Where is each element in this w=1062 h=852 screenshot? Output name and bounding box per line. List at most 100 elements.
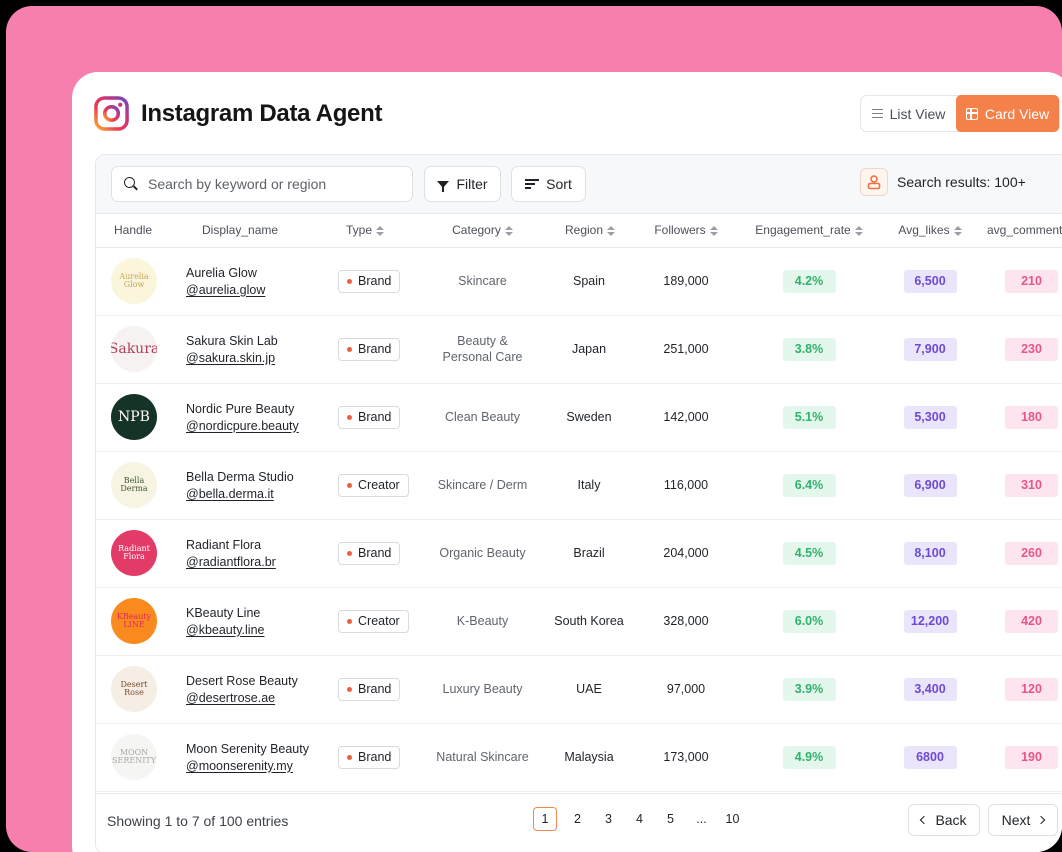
handle-cell: Radiant Flora [96,519,186,588]
status-dot-icon [347,754,352,760]
handle-link[interactable]: @desertrose.ae [186,691,336,705]
type-label: Brand [358,546,392,560]
back-label: Back [935,812,967,828]
avatar-text: Sakura [111,341,157,357]
view-toggle: List View Card View [860,95,1060,132]
page-button[interactable]: 5 [655,807,686,831]
handle-cell: Aurelia Glow [96,247,186,316]
region-cell: Italy [551,451,627,520]
display-name-cell: Aurelia Glow @aurelia.glow [186,247,336,316]
table-row[interactable]: Radiant Flora Radiant Flora @radiantflor… [96,519,1062,588]
search-input[interactable] [148,176,398,192]
card-view-label: Card View [984,105,1050,122]
column-header-label: Display_name [202,223,279,238]
next-label: Next [1001,812,1031,828]
category-cell: Luxury Beauty [414,655,551,724]
avatar[interactable]: Aurelia Glow [111,258,157,304]
back-button[interactable]: Back [908,804,980,836]
column-header: avg_comments [987,214,1062,248]
engagement-cell: 3.8% [745,315,873,384]
avatar[interactable]: MOON SERENITY [111,734,157,780]
column-header[interactable]: Type [336,214,414,248]
status-dot-icon [347,414,352,420]
filter-button[interactable]: Filter [424,166,501,202]
followers-cell: 328,000 [627,587,745,656]
handle-link[interactable]: @radiantflora.br [186,555,336,569]
table-row[interactable]: Bella Derma Bella Derma Studio @bella.de… [96,451,1062,520]
table-row[interactable]: Sakura Sakura Skin Lab @sakura.skin.jp B… [96,315,1062,384]
handle-link[interactable]: @bella.derma.it [186,487,336,501]
table-row[interactable]: Desert Rose Desert Rose Beauty @desertro… [96,655,1062,724]
sort-arrows-icon[interactable] [607,226,616,237]
card-view-button[interactable]: Card View [956,95,1059,132]
table-header-row: Handle Display_name Type Category Region Foll… [96,214,1062,248]
engagement-cell: 4.9% [745,723,873,792]
page-button[interactable]: 3 [593,807,624,831]
column-header[interactable]: Region [551,214,627,248]
sort-button[interactable]: Sort [511,166,586,202]
engagement-cell: 6.4% [745,451,873,520]
category-cell: Skincare [414,247,551,316]
avatar[interactable]: NPB [111,394,157,440]
sort-arrows-icon[interactable] [854,226,863,237]
table-row[interactable]: MOON SERENITY Moon Serenity Beauty @moon… [96,723,1062,792]
engagement-rate-badge: 3.8% [782,337,836,361]
sort-arrows-icon[interactable] [709,226,718,237]
instagram-logo-icon [94,96,129,131]
list-view-button[interactable]: List View [861,96,956,131]
sort-arrows-icon[interactable] [504,226,513,237]
type-cell: Brand [336,383,414,452]
sort-label: Sort [546,176,572,192]
engagement-cell: 3.9% [745,655,873,724]
type-cell: Creator [336,451,414,520]
sort-arrows-icon[interactable] [376,226,385,237]
type-cell: Brand [336,723,414,792]
handle-link[interactable]: @nordicpure.beauty [186,419,336,433]
avg-comments-badge: 180 [1005,405,1058,429]
avatar[interactable]: Radiant Flora [111,530,157,576]
avatar[interactable]: Sakura [111,326,157,372]
column-header[interactable]: Avg_likes [873,214,987,248]
page-button[interactable]: 2 [562,807,593,831]
engagement-cell: 6.0% [745,587,873,656]
type-cell: Creator [336,587,414,656]
table-row[interactable]: KBeauty LINE KBeauty Line @kbeauty.line … [96,587,1062,656]
user-icon [860,168,888,196]
engagement-rate-badge: 3.9% [782,677,836,701]
avatar-text: KBeauty LINE [116,612,152,629]
handle-link[interactable]: @kbeauty.line [186,623,336,637]
avatar[interactable]: Desert Rose [111,666,157,712]
display-name: Radiant Flora [186,537,262,552]
handle-link[interactable]: @aurelia.glow [186,283,336,297]
type-label: Creator [358,478,400,492]
region-cell: Japan [551,315,627,384]
sort-arrows-icon[interactable] [953,226,962,237]
display-name-cell: Radiant Flora @radiantflora.br [186,519,336,588]
handle-cell: Desert Rose [96,655,186,724]
column-header[interactable]: Category [414,214,551,248]
handle-link[interactable]: @moonserenity.my [186,759,336,773]
column-header-label: avg_comments [987,223,1062,238]
engagement-rate-badge: 6.0% [782,609,836,633]
display-name-cell: Moon Serenity Beauty @moonserenity.my [186,723,336,792]
type-badge: Brand [338,405,401,429]
page-button[interactable]: 4 [624,807,655,831]
avatar[interactable]: Bella Derma [111,462,157,508]
app-window: Instagram Data Agent List View Card View [72,72,1062,852]
category-cell: Natural Skincare [414,723,551,792]
search-box[interactable] [111,166,413,202]
table-row[interactable]: NPB Nordic Pure Beauty @nordicpure.beaut… [96,383,1062,452]
region-cell: Brazil [551,519,627,588]
page-button[interactable]: 10 [717,807,748,831]
status-dot-icon [347,686,352,692]
next-button[interactable]: Next [988,804,1058,836]
column-header[interactable]: Engagement_rate [745,214,873,248]
handle-link[interactable]: @sakura.skin.jp [186,351,336,365]
column-header[interactable]: Followers [627,214,745,248]
page-button[interactable]: 1 [533,807,557,831]
engagement-rate-badge: 4.9% [782,745,836,769]
table-row[interactable]: Aurelia Glow Aurelia Glow @aurelia.glow … [96,247,1062,316]
avatar[interactable]: KBeauty LINE [111,598,157,644]
avg-likes-badge: 6,900 [903,473,957,497]
chevron-right-icon [1037,815,1046,825]
